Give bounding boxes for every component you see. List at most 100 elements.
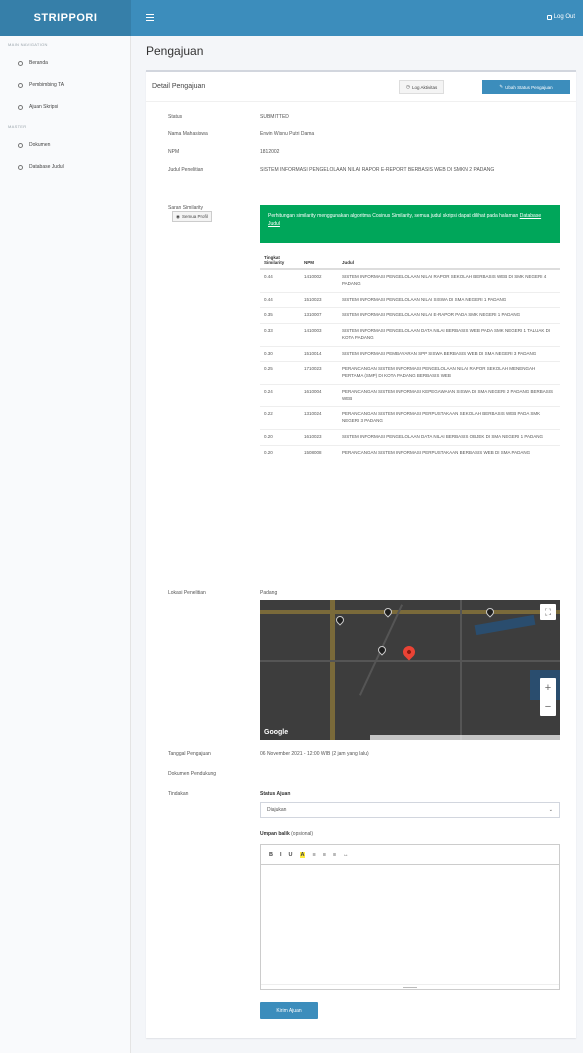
logout-button[interactable]: Log Out — [546, 14, 575, 20]
align-icon[interactable]: ≡ — [333, 852, 336, 858]
npm-value: 1812002 — [260, 149, 280, 155]
row-title: SISTEM INFORMASI PENGELOLAAN NILAI E-RAP… — [338, 307, 560, 324]
row-npm: 1510014 — [300, 345, 338, 362]
map-marker-icon[interactable] — [484, 606, 496, 618]
row-npm: 1510023 — [300, 291, 338, 308]
column-header: Judul — [338, 252, 560, 270]
row-npm: 1508008 — [300, 444, 338, 461]
zoom-in-icon[interactable]: + — [545, 682, 551, 694]
row-title: SISTEM INFORMASI PENGELOLAAN NILAI SISWA… — [338, 291, 560, 308]
row-title: SISTEM INFORMASI PEMBAYARAN SPP SISWA BE… — [338, 345, 560, 362]
table-row: 0.22 1310024 PERANCANGAN SISTEM INFORMAS… — [260, 406, 560, 430]
eye-icon: ◉ — [176, 213, 180, 219]
submit-button[interactable]: Kirim Ajuan — [260, 1002, 318, 1019]
feedback-textarea[interactable] — [261, 865, 559, 985]
alert-text: Perhitungan similarity menggunakan algor… — [268, 213, 519, 219]
table-row: 0.30 1510014 SISTEM INFORMASI PEMBAYARAN… — [260, 345, 560, 362]
history-icon: ◷ — [406, 84, 410, 89]
table-row: 0.20 1610023 SISTEM INFORMASI PENGELOLAA… — [260, 428, 560, 445]
table-row: 0.35 1310007 SISTEM INFORMASI PENGELOLAA… — [260, 307, 560, 324]
similarity-score: 0.44 — [260, 291, 300, 308]
status-label: Status — [168, 114, 183, 120]
change-status-button[interactable]: ✎ Ubah Status Pengajuan — [482, 80, 570, 94]
row-title: PERANCANGAN SISTEM INFORMASI PENGELOLAAN… — [338, 361, 560, 385]
activity-log-label: Log Aktivitas — [411, 84, 438, 90]
row-npm: 1410002 — [300, 268, 338, 292]
link-icon[interactable]: ↔ — [343, 852, 349, 858]
sidebar-item-database-judul[interactable]: Database Judul — [0, 156, 130, 178]
google-logo: Google — [264, 729, 289, 736]
editor-resize-handle[interactable] — [261, 984, 559, 989]
similarity-info-alert: Perhitungan similarity menggunakan algor… — [260, 205, 560, 243]
page-title: Pengajuan — [146, 44, 204, 58]
table-row: 0.33 1410003 SISTEM INFORMASI PENGELOLAA… — [260, 323, 560, 346]
feedback-label-wrap: Umpan balik (opsional) — [260, 831, 313, 839]
status-select-label: Status Ajuan — [260, 791, 291, 797]
column-header: NPM — [300, 252, 338, 270]
italic-icon[interactable]: I — [280, 852, 282, 858]
similarity-score: 0.35 — [260, 307, 300, 324]
documents-label: Dokumen Pendukung — [168, 771, 217, 777]
circle-icon — [18, 164, 23, 170]
sidebar: MAIN NAVIGATION Beranda Pembimbing TA Aj… — [0, 36, 131, 1053]
location-label: Lokasi Penelitian — [168, 590, 206, 596]
map-marker-icon[interactable] — [334, 614, 346, 626]
row-npm: 1310007 — [300, 307, 338, 324]
sidebar-item-label: Pembimbing TA — [29, 82, 65, 88]
menu-toggle-icon[interactable] — [146, 14, 154, 21]
sidebar-item-beranda[interactable]: Beranda — [0, 52, 130, 74]
action-label: Tindakan — [168, 791, 189, 797]
row-npm: 1410003 — [300, 323, 338, 346]
highlight-color-icon[interactable]: A — [299, 851, 306, 858]
table-row: 0.25 1710023 PERANCANGAN SISTEM INFORMAS… — [260, 361, 560, 385]
similarity-score: 0.30 — [260, 345, 300, 362]
circle-icon — [18, 60, 23, 66]
brand-logo[interactable]: STRIPPORI — [0, 0, 131, 36]
similarity-score: 0.20 — [260, 428, 300, 445]
all-profiles-button[interactable]: ◉ Semua Profil — [172, 211, 212, 222]
sidebar-item-label: Database Judul — [29, 164, 64, 170]
row-npm: 1610004 — [300, 383, 338, 407]
name-value: Erwin Wisnu Putri Dama — [260, 131, 315, 137]
bullet-list-icon[interactable]: ≡ — [312, 852, 315, 858]
zoom-out-icon[interactable]: − — [545, 701, 551, 713]
row-npm: 1310024 — [300, 406, 338, 430]
edit-icon: ✎ — [499, 84, 504, 89]
sidebar-item-label: Beranda — [29, 60, 48, 66]
location-map[interactable]: ⛶ + − Google — [260, 600, 560, 740]
fullscreen-icon[interactable]: ⛶ — [540, 604, 556, 620]
all-profiles-label: Semua Profil — [181, 214, 208, 219]
similarity-score: 0.22 — [260, 406, 300, 430]
research-title-value: SISTEM INFORMASI PENGELOLAAN NILAI RAPOR… — [260, 167, 495, 173]
table-row: 0.24 1610004 PERANCANGAN SISTEM INFORMAS… — [260, 383, 560, 407]
similarity-score: 0.44 — [260, 268, 300, 292]
sidebar-item-dokumen[interactable]: Dokumen — [0, 134, 130, 156]
top-navbar: STRIPPORI Log Out — [0, 0, 583, 36]
sidebar-item-label: Ajuan Skripsi — [29, 104, 59, 110]
location-pin-icon[interactable] — [400, 643, 418, 661]
similarity-table: Tingkat Similarity NPM Judul 0.44 141000… — [260, 252, 560, 461]
number-list-icon[interactable]: ≡ — [323, 852, 326, 858]
status-select-value: Diajukan — [267, 807, 287, 813]
map-marker-icon[interactable] — [382, 606, 394, 618]
feedback-editor: B I U A ≡ ≡ ≡ ↔ — [260, 844, 560, 990]
sidebar-item-pembimbing[interactable]: Pembimbing TA — [0, 74, 130, 96]
similarity-score: 0.24 — [260, 383, 300, 407]
underline-icon[interactable]: U — [289, 852, 293, 858]
bold-icon[interactable]: B — [269, 852, 273, 858]
row-title: SISTEM INFORMASI PENGELOLAAN NILAI RAPOR… — [338, 268, 560, 292]
sidebar-item-label: Dokumen — [29, 142, 51, 148]
change-status-label: Ubah Status Pengajuan — [505, 84, 553, 90]
status-select[interactable]: Diajukan ⌄ — [260, 802, 560, 818]
circle-icon — [18, 104, 23, 110]
row-title: SISTEM INFORMASI PENGELOLAAN DATA NILAI … — [338, 428, 560, 445]
detail-box: Detail Pengajuan ◷ Log Aktivitas ✎ Ubah … — [146, 70, 576, 1038]
feedback-label: Umpan balik — [260, 831, 290, 837]
row-title: PERANCANGAN SISTEM INFORMASI KEPEGAWAIAN… — [338, 383, 560, 407]
sidebar-item-ajuan-skripsi[interactable]: Ajuan Skripsi — [0, 96, 130, 118]
box-title: Detail Pengajuan — [152, 83, 206, 90]
row-title: SISTEM INFORMASI PENGELOLAAN DATA NILAI … — [338, 323, 560, 346]
activity-log-button[interactable]: ◷ Log Aktivitas — [399, 80, 445, 94]
row-npm: 1610023 — [300, 428, 338, 445]
date-value: 06 November 2021 - 12:00 WIB (2 jam yang… — [260, 751, 369, 757]
